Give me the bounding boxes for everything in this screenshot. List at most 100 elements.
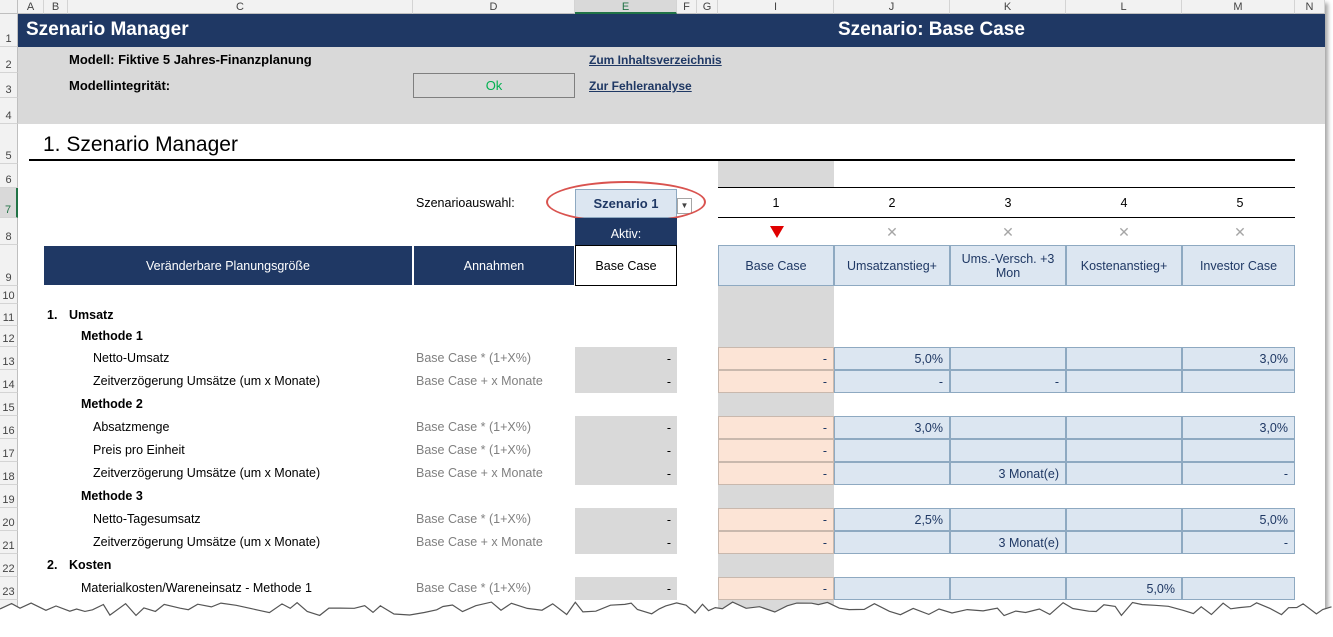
scenario-value-cell[interactable]: - [834, 370, 950, 393]
row-header-10[interactable]: 10 [0, 286, 18, 304]
row-header-16[interactable]: 16 [0, 416, 18, 439]
scenario-value-cell[interactable] [1066, 347, 1182, 370]
section-title: 1. Szenario Manager [43, 133, 238, 156]
scenario-value-cell[interactable]: 3,0% [1182, 347, 1295, 370]
scenario-value-cell[interactable] [950, 439, 1066, 462]
scenario-value-cell[interactable] [950, 347, 1066, 370]
col-header-m[interactable]: M [1182, 0, 1295, 14]
inactive-x-icon: ✕ [886, 224, 898, 240]
scenario-value-cell[interactable]: 2,5% [834, 508, 950, 531]
col-header-n[interactable]: N [1295, 0, 1325, 14]
scenario-value-cell[interactable]: 3,0% [834, 416, 950, 439]
scenario-value-cell[interactable] [1182, 439, 1295, 462]
assumption-formula: Base Case * (1+X%) [416, 351, 531, 365]
spreadsheet[interactable]: A B C D E F G I J K L M N Szenario Manag… [0, 0, 1325, 620]
row-header-1[interactable]: 1 [0, 14, 18, 47]
col-header-f[interactable]: F [677, 0, 697, 14]
row-header-11[interactable]: 11 [0, 304, 18, 326]
row-header-22[interactable]: 22 [0, 554, 18, 577]
row-header-15[interactable]: 15 [0, 393, 18, 416]
active-scenario-marker-icon [770, 226, 784, 238]
row-header-12[interactable]: 12 [0, 326, 18, 347]
row-header-6[interactable]: 6 [0, 164, 18, 188]
scenario-number-4: 4 [1120, 196, 1128, 210]
scenario-value-cell[interactable] [1066, 531, 1182, 554]
scenario-value-cell[interactable]: 5,0% [834, 347, 950, 370]
scenario-value-cell[interactable]: 3 Monat(e) [950, 462, 1066, 485]
row-header-4[interactable]: 4 [0, 98, 18, 124]
row-header-21[interactable]: 21 [0, 531, 18, 554]
active-case-value: - [575, 531, 677, 554]
scenario-value-cell[interactable] [1182, 370, 1295, 393]
col-header-l[interactable]: L [1066, 0, 1182, 14]
scenario-value-cell[interactable] [1066, 508, 1182, 531]
variable-label: Netto-Umsatz [93, 351, 170, 365]
col-header-d[interactable]: D [413, 0, 575, 14]
scenario-value-cell[interactable] [1066, 439, 1182, 462]
scenario-value-cell[interactable] [1066, 462, 1182, 485]
scenario-value-cell: - [718, 439, 834, 462]
col-header-c[interactable]: C [68, 0, 413, 14]
row-header-14[interactable]: 14 [0, 370, 18, 393]
row-header-18[interactable]: 18 [0, 462, 18, 485]
scenario-value-cell[interactable]: 3,0% [1182, 416, 1295, 439]
scenario-value-cell[interactable] [1066, 416, 1182, 439]
scenario-value-cell: - [718, 416, 834, 439]
variable-label: Zeitverzögerung Umsätze (um x Monate) [93, 535, 321, 549]
variable-label: Zeitverzögerung Umsätze (um x Monate) [93, 466, 321, 480]
section-label: Umsatz [69, 307, 114, 322]
select-all-corner[interactable] [0, 0, 18, 14]
row-header-3[interactable]: 3 [0, 73, 18, 98]
active-case-value: - [575, 462, 677, 485]
scenario-value-cell[interactable] [1066, 370, 1182, 393]
scenario-number-1: 1 [772, 196, 780, 210]
row-header-13[interactable]: 13 [0, 347, 18, 370]
active-case-value: - [575, 439, 677, 462]
col-header-g[interactable]: G [697, 0, 718, 14]
col-header-j[interactable]: J [834, 0, 950, 14]
method-label: Methode 2 [81, 397, 143, 411]
scenario-value-cell[interactable] [834, 462, 950, 485]
base-case-column-top [718, 161, 834, 187]
integrity-label: Modellintegrität: [69, 78, 171, 93]
banner-title: Szenario Manager [26, 19, 189, 40]
header-scenario-4: Kostenanstieg+ [1066, 245, 1182, 286]
col-header-e[interactable]: E [575, 0, 677, 14]
header-active-case: Base Case [575, 245, 677, 286]
col-header-b[interactable]: B [44, 0, 68, 14]
scenario-value-cell[interactable] [834, 531, 950, 554]
link-error-analysis[interactable]: Zur Fehleranalyse [589, 79, 692, 93]
row-header-9[interactable]: 9 [0, 245, 18, 286]
assumption-formula: Base Case * (1+X%) [416, 512, 531, 526]
variable-label: Absatzmenge [93, 420, 170, 434]
row-header-5[interactable]: 5 [0, 124, 18, 164]
row-header-17[interactable]: 17 [0, 439, 18, 462]
link-table-of-contents[interactable]: Zum Inhaltsverzeichnis [589, 53, 722, 67]
scenario-value-cell: - [718, 508, 834, 531]
scenario-value-cell[interactable]: - [1182, 531, 1295, 554]
header-scenario-5: Investor Case [1182, 245, 1295, 286]
row-header-7[interactable]: 7 [0, 188, 18, 218]
row-header-20[interactable]: 20 [0, 508, 18, 531]
scenario-value-cell[interactable] [950, 416, 1066, 439]
assumption-formula: Base Case + x Monate [416, 466, 543, 480]
row-header-8[interactable]: 8 [0, 218, 18, 245]
scenario-number-2: 2 [888, 196, 896, 210]
scenario-value-cell[interactable] [950, 508, 1066, 531]
variable-label: Preis pro Einheit [93, 443, 185, 457]
scenario-value-cell: - [718, 370, 834, 393]
section-number: 1. [47, 307, 58, 322]
number-row-bottom-border [718, 217, 1295, 218]
col-header-a[interactable]: A [18, 0, 44, 14]
row-header-2[interactable]: 2 [0, 47, 18, 73]
scenario-value-cell[interactable]: 5,0% [1182, 508, 1295, 531]
row-header-19[interactable]: 19 [0, 485, 18, 508]
scenario-value-cell[interactable] [834, 439, 950, 462]
scenario-value-cell: - [718, 531, 834, 554]
scenario-value-cell[interactable]: - [1182, 462, 1295, 485]
scenario-value-cell[interactable]: - [950, 370, 1066, 393]
col-header-i[interactable]: I [718, 0, 834, 14]
section-number: 2. [47, 558, 58, 572]
col-header-k[interactable]: K [950, 0, 1066, 14]
scenario-value-cell[interactable]: 3 Monat(e) [950, 531, 1066, 554]
